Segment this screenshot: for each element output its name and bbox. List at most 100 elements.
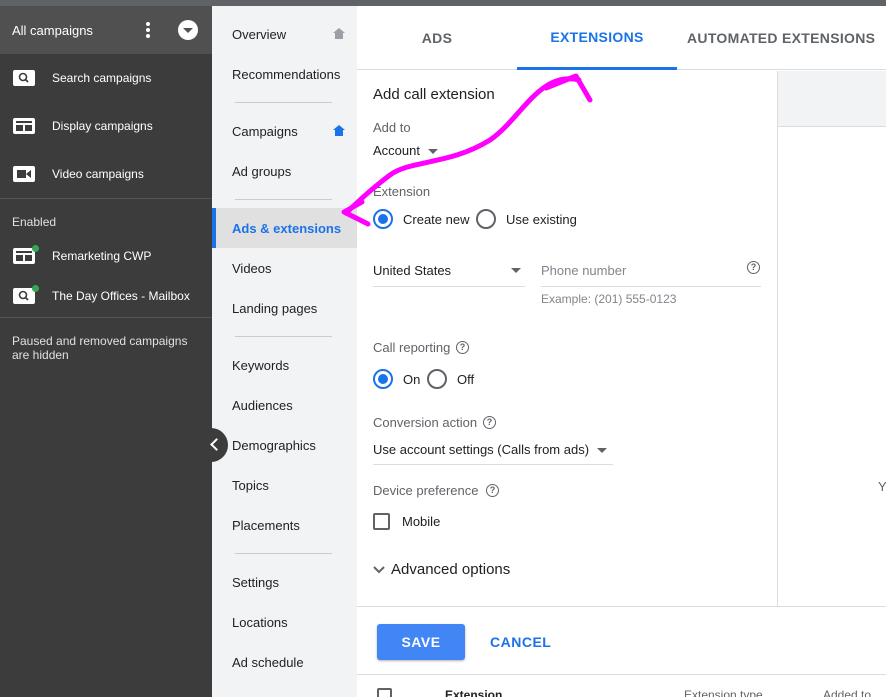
nav-item-audiences[interactable]: Audiences — [212, 385, 357, 425]
column-header-extension-type[interactable]: Extension type — [684, 688, 763, 697]
add-to-select[interactable]: Account — [373, 143, 438, 158]
select-all-checkbox[interactable] — [377, 688, 392, 697]
call-reporting-off-radio[interactable] — [427, 369, 447, 389]
help-icon[interactable]: ? — [486, 484, 499, 497]
nav-item-ad-groups[interactable]: Ad groups — [212, 151, 357, 191]
help-icon[interactable]: ? — [456, 341, 469, 354]
nav-item-placements[interactable]: Placements — [212, 505, 357, 545]
nav-item-overview[interactable]: Overview — [212, 14, 357, 54]
nav-item-ad-schedule[interactable]: Ad schedule — [212, 642, 357, 682]
use-existing-radio[interactable] — [476, 209, 496, 229]
tab-ads[interactable]: ADS — [357, 6, 517, 70]
tab-automated-extensions[interactable]: AUTOMATED EXTENSIONS — [687, 6, 886, 70]
sidebar-item-label: Display campaigns — [52, 119, 153, 133]
chevron-down-icon — [511, 268, 521, 273]
nav-item-landing-pages[interactable]: Landing pages — [212, 288, 357, 328]
advanced-options-toggle[interactable]: Advanced options — [373, 561, 510, 578]
nav-item-label: Ad schedule — [232, 654, 304, 670]
call-reporting-label: Call reporting — [373, 340, 451, 355]
nav-divider — [235, 336, 332, 337]
off-label[interactable]: Off — [457, 372, 474, 387]
nav-item-label: Landing pages — [232, 300, 318, 316]
sidebar-item-display-campaigns[interactable]: Display campaigns — [0, 106, 212, 146]
campaign-label: Remarketing CWP — [52, 249, 152, 263]
enabled-section-label: Enabled — [12, 215, 57, 229]
create-new-radio[interactable] — [373, 209, 393, 229]
more-options-icon[interactable] — [142, 20, 154, 40]
nav-item-label: Placements — [232, 517, 300, 533]
use-existing-label[interactable]: Use existing — [506, 212, 577, 227]
conversion-action-value: Use account settings (Calls from ads) — [373, 442, 590, 457]
nav-item-label: Ad groups — [232, 163, 292, 179]
nav-divider — [235, 199, 332, 200]
enabled-status-icon — [32, 285, 39, 292]
help-icon[interactable]: ? — [483, 416, 496, 429]
nav-item-recommendations[interactable]: Recommendations — [212, 54, 357, 94]
nav-item-label: Keywords — [232, 357, 290, 373]
nav-item-label: Locations — [232, 614, 288, 630]
truncated-text: Y — [878, 479, 886, 494]
main-content: ADS EXTENSIONS AUTOMATED EXTENSIONS Y Ad… — [357, 6, 886, 697]
nav-item-settings[interactable]: Settings — [212, 562, 357, 602]
campaign-label: The Day Offices - Mailbox — [52, 289, 190, 303]
sidebar-divider — [0, 317, 212, 318]
nav-item-label: Recommendations — [232, 66, 341, 82]
device-preference-label: Device preference — [373, 483, 479, 498]
cancel-button[interactable]: CANCEL — [485, 624, 556, 660]
mobile-checkbox[interactable] — [373, 513, 390, 530]
nav-item-campaigns[interactable]: Campaigns — [212, 111, 357, 151]
campaign-sidebar: All campaigns Search campaigns Display c… — [0, 6, 212, 697]
country-select[interactable]: United States — [373, 263, 525, 278]
phone-underline — [541, 286, 761, 287]
sidebar-divider — [0, 198, 212, 199]
mobile-label[interactable]: Mobile — [402, 514, 440, 529]
nav-item-label: Demographics — [232, 437, 316, 453]
nav-item-label: Ads & extensions — [232, 220, 342, 236]
sidebar-item-label: Search campaigns — [52, 71, 152, 85]
display-icon — [13, 118, 35, 134]
nav-item-label: Audiences — [232, 397, 293, 413]
campaign-item-remarketing[interactable]: Remarketing CWP — [0, 236, 212, 276]
chevron-down-icon — [597, 448, 608, 454]
form-title: Add call extension — [373, 86, 495, 103]
call-reporting-on-radio[interactable] — [373, 369, 393, 389]
chevron-down-icon — [373, 566, 385, 574]
chevron-down-icon — [427, 149, 438, 155]
search-icon — [13, 70, 35, 86]
nav-item-demographics[interactable]: Demographics — [212, 425, 357, 465]
column-header-extension[interactable]: Extension — [445, 688, 502, 697]
on-label[interactable]: On — [403, 372, 420, 387]
campaign-item-day-offices[interactable]: The Day Offices - Mailbox — [0, 276, 212, 316]
nav-item-ads-extensions[interactable]: Ads & extensions — [212, 208, 357, 248]
conversion-action-select[interactable]: Use account settings (Calls from ads) — [373, 442, 608, 457]
hidden-campaigns-note: Paused and removed campaigns are hidden — [12, 334, 188, 362]
country-value: United States — [373, 263, 452, 278]
nav-divider — [235, 102, 332, 103]
nav-item-locations[interactable]: Locations — [212, 602, 357, 642]
sidebar-item-video-campaigns[interactable]: Video campaigns — [0, 154, 212, 194]
dropdown-icon[interactable] — [178, 20, 198, 40]
phone-number-input[interactable]: Phone number — [541, 263, 626, 278]
call-extension-form: Add call extension Add to Account Extens… — [357, 71, 778, 606]
nav-item-label: Campaigns — [232, 123, 298, 139]
tab-bar: ADS EXTENSIONS AUTOMATED EXTENSIONS — [357, 6, 886, 70]
help-icon[interactable]: ? — [747, 261, 760, 274]
nav-item-topics[interactable]: Topics — [212, 465, 357, 505]
country-underline — [373, 286, 525, 287]
nav-item-label: Settings — [232, 574, 279, 590]
form-footer: SAVE CANCEL — [357, 606, 886, 674]
all-campaigns-header[interactable]: All campaigns — [0, 6, 212, 54]
sidebar-item-search-campaigns[interactable]: Search campaigns — [0, 58, 212, 98]
nav-item-label: Topics — [232, 477, 269, 493]
nav-item-videos[interactable]: Videos — [212, 248, 357, 288]
add-to-label: Add to — [373, 120, 411, 135]
table-toolbar — [778, 71, 886, 127]
save-button[interactable]: SAVE — [377, 624, 465, 660]
add-to-value: Account — [373, 143, 420, 158]
page-nav: Overview Recommendations Campaigns Ad gr… — [212, 6, 357, 697]
nav-item-label: Overview — [232, 26, 287, 42]
tab-extensions[interactable]: EXTENSIONS — [517, 6, 677, 70]
create-new-label[interactable]: Create new — [403, 212, 469, 227]
column-header-added-to[interactable]: Added to — [823, 688, 871, 697]
nav-item-keywords[interactable]: Keywords — [212, 345, 357, 385]
